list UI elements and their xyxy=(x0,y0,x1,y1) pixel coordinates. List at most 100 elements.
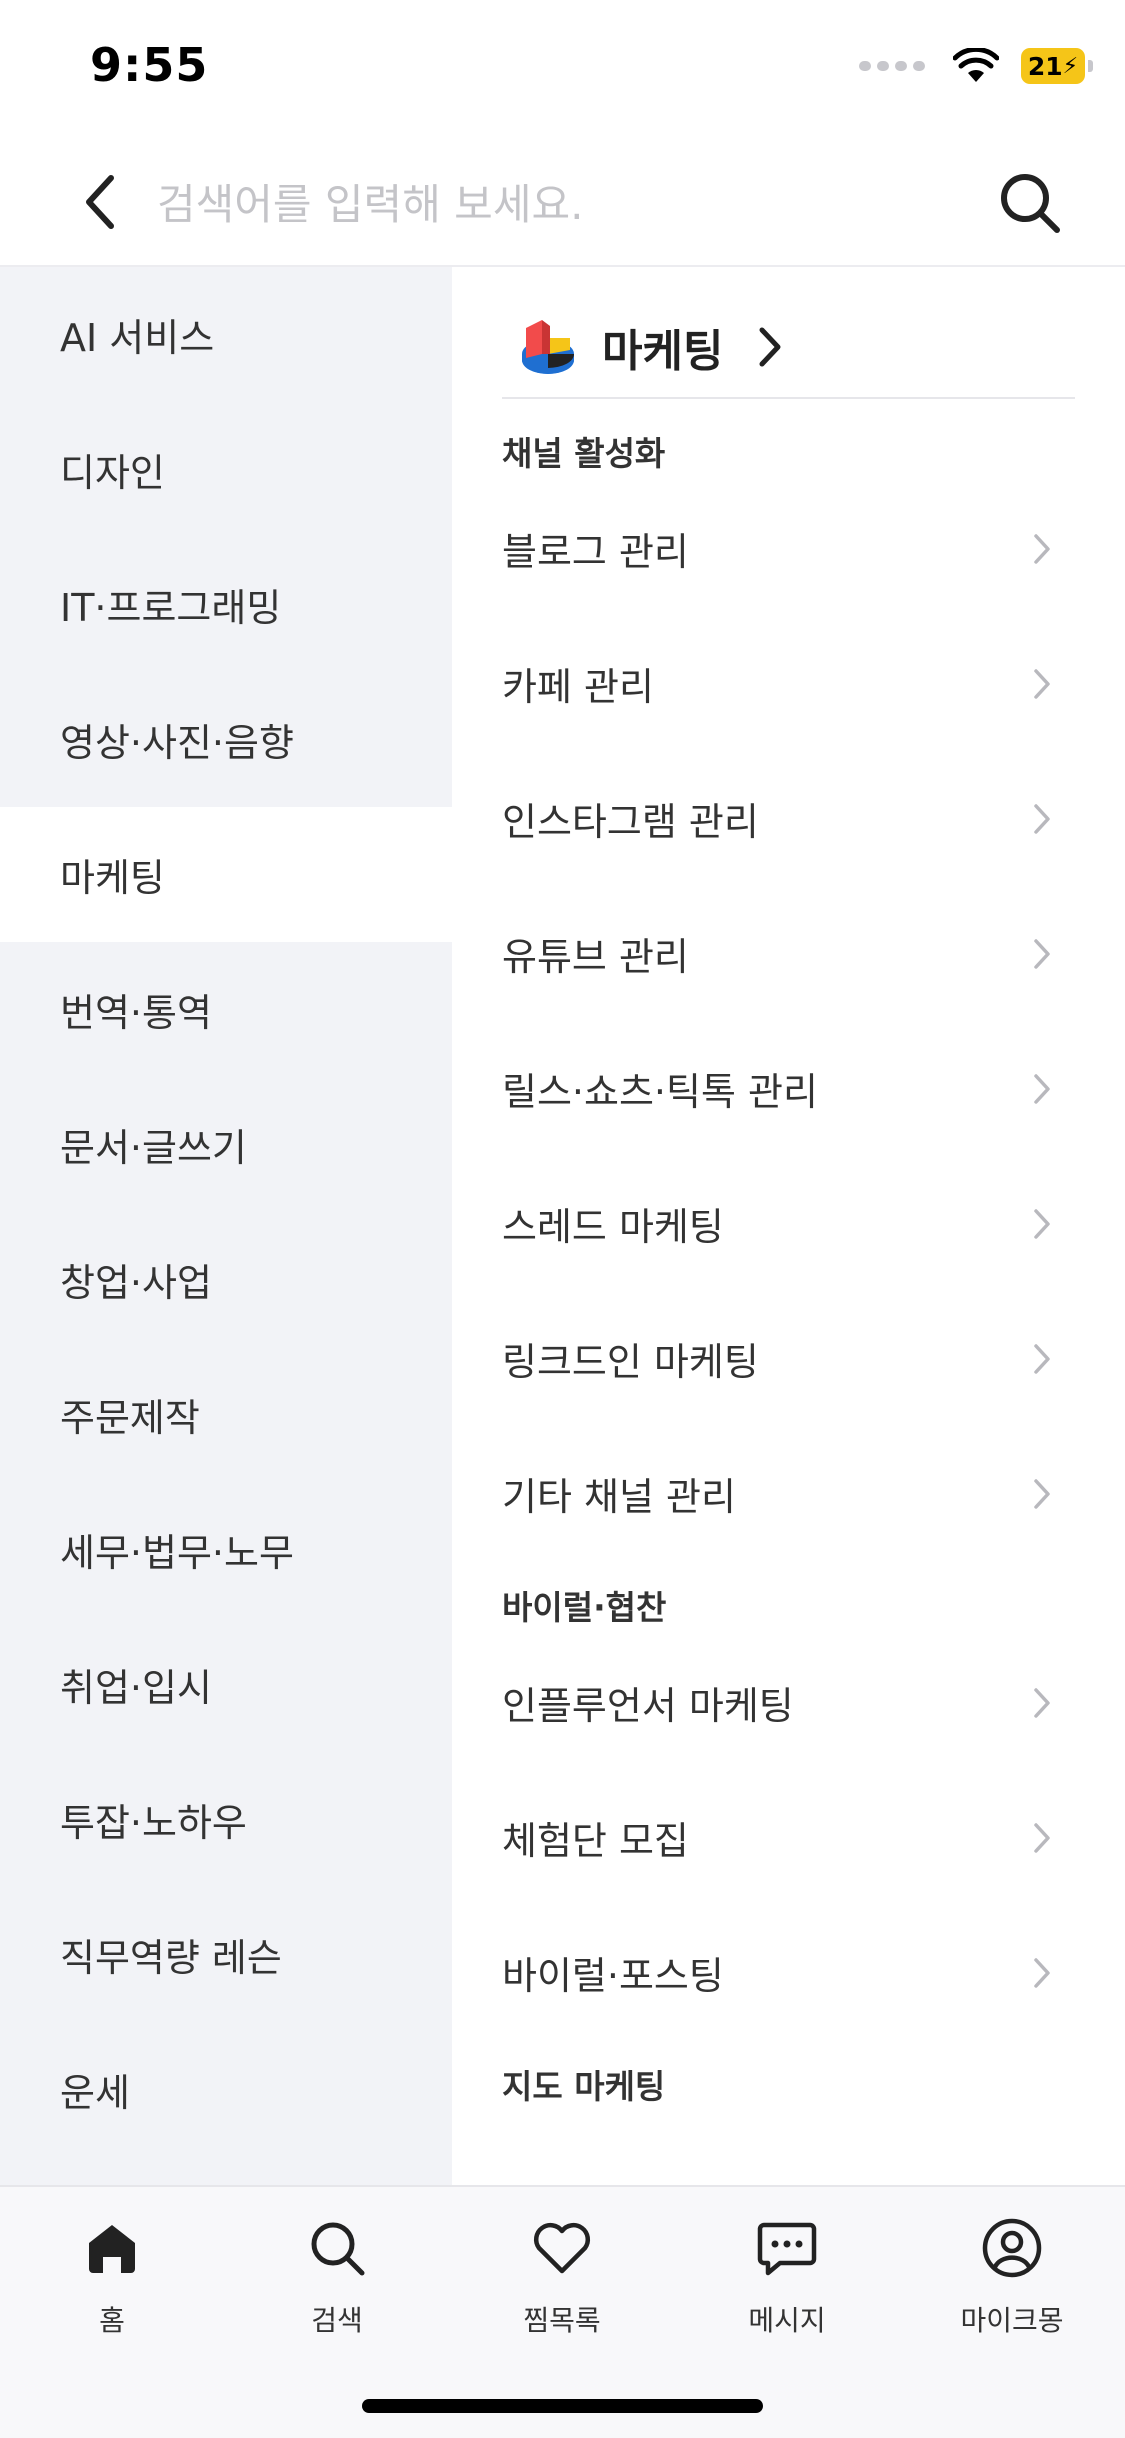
list-item[interactable]: 릴스·쇼츠·틱톡 관리 xyxy=(502,1021,1075,1156)
list-item-label: 인스타그램 관리 xyxy=(502,800,759,844)
sidebar-item-label: 취업·입시 xyxy=(60,1666,212,1710)
home-icon xyxy=(89,2225,135,2273)
list-item-label: 블로그 관리 xyxy=(502,530,689,574)
chevron-right-icon xyxy=(1027,1474,1057,1514)
list-item[interactable]: 유튜브 관리 xyxy=(502,886,1075,1021)
sidebar-item-startup-business[interactable]: 창업·사업 xyxy=(0,1212,452,1347)
sidebar-item-custom-production[interactable]: 주문제작 xyxy=(0,1347,452,1482)
tab-mypage[interactable]: 마이크몽 xyxy=(932,2213,1092,2339)
list-item-label: 기타 채널 관리 xyxy=(502,1475,736,1519)
heart-icon xyxy=(533,2223,591,2274)
list-item-label: 링크드인 마케팅 xyxy=(502,1340,759,1384)
home-indicator xyxy=(362,2399,763,2413)
status-time: 9:55 xyxy=(90,38,209,92)
chevron-right-icon xyxy=(1027,664,1057,704)
sidebar-item-label: 마케팅 xyxy=(60,856,165,900)
section-title: 지도 마케팅 xyxy=(502,2067,666,2106)
sidebar-item-label: 운세 xyxy=(60,2071,130,2115)
tab-search[interactable]: 검색 xyxy=(257,2213,417,2339)
list-item-label: 인플루언서 마케팅 xyxy=(502,1684,794,1728)
wifi-icon xyxy=(953,48,999,82)
sidebar-item-label: IT·프로그래밍 xyxy=(60,586,282,630)
battery-level: 21 xyxy=(1027,51,1063,81)
sidebar-item-it-programming[interactable]: IT·프로그래밍 xyxy=(0,537,452,672)
sidebar-item-label: AI 서비스 xyxy=(60,316,215,360)
sidebar-item-job-skills[interactable]: 직무역량 레슨 xyxy=(0,1887,452,2022)
sidebar-item-jobs-admission[interactable]: 취업·입시 xyxy=(0,1617,452,1752)
list-item[interactable]: 바이럴·포스팅 xyxy=(502,1905,1075,2040)
sidebar-item-label: 투잡·노하우 xyxy=(60,1801,247,1845)
section-title: 바이럴·협찬 xyxy=(502,1588,667,1627)
list-item[interactable]: 카페 관리 xyxy=(502,616,1075,751)
profile-icon xyxy=(982,2218,1042,2278)
search-icon xyxy=(1001,174,1060,233)
tab-label: 찜목록 xyxy=(523,2304,601,2337)
sidebar-item-label: 문서·글쓰기 xyxy=(60,1126,247,1170)
search-input[interactable] xyxy=(155,168,959,240)
tab-home[interactable]: 홈 xyxy=(32,2213,192,2339)
list-item[interactable]: 인스타그램 관리 xyxy=(502,751,1075,886)
subcategory-list: 채널 활성화 블로그 관리 카페 관리 인스타그램 관리 유튜브 관리 릴스·쇼… xyxy=(502,407,1075,2114)
sidebar-item-writing[interactable]: 문서·글쓰기 xyxy=(0,1077,452,1212)
category-title: 마케팅 xyxy=(602,326,724,377)
sidebar-item-label: 창업·사업 xyxy=(60,1261,212,1305)
marketing-category-icon xyxy=(522,320,574,374)
tab-label: 홈 xyxy=(99,2304,125,2337)
chevron-right-icon xyxy=(1027,1953,1057,1993)
list-item-label: 유튜브 관리 xyxy=(502,935,689,979)
search-button[interactable] xyxy=(990,165,1070,241)
chat-bubble-icon xyxy=(757,2222,817,2276)
list-item[interactable]: 인플루언서 마케팅 xyxy=(502,1635,1075,1770)
tab-label: 메시지 xyxy=(748,2304,826,2337)
chevron-right-icon xyxy=(1027,1339,1057,1379)
list-item-label: 카페 관리 xyxy=(502,665,654,709)
chevron-right-icon xyxy=(1027,529,1057,569)
search-icon xyxy=(311,2222,365,2276)
category-sidebar: AI 서비스 디자인 IT·프로그래밍 영상·사진·음향 마케팅 번역·통역 문… xyxy=(0,267,452,2185)
back-button[interactable] xyxy=(70,170,130,234)
tab-wishlist[interactable]: 찜목록 xyxy=(482,2213,642,2339)
status-bar: 9:55 21 ⚡ xyxy=(0,0,1125,140)
status-indicators: 21 ⚡ xyxy=(859,48,1093,84)
sidebar-item-tax-legal-labor[interactable]: 세무·법무·노무 xyxy=(0,1482,452,1617)
chevron-right-icon xyxy=(1027,1818,1057,1858)
list-item[interactable]: 기타 채널 관리 xyxy=(502,1426,1075,1561)
list-item-label: 스레드 마케팅 xyxy=(502,1205,724,1249)
sidebar-item-label: 주문제작 xyxy=(60,1396,200,1440)
chevron-right-icon xyxy=(1027,1683,1057,1723)
sidebar-item-label: 세무·법무·노무 xyxy=(60,1531,294,1575)
sidebar-item-side-jobs[interactable]: 투잡·노하우 xyxy=(0,1752,452,1887)
chevron-right-icon xyxy=(1027,799,1057,839)
sidebar-item-marketing[interactable]: 마케팅 xyxy=(0,807,452,942)
search-header xyxy=(0,140,1125,267)
sidebar-item-label: 직무역량 레슨 xyxy=(60,1936,282,1980)
chevron-right-icon xyxy=(757,326,787,368)
list-item[interactable]: 체험단 모집 xyxy=(502,1770,1075,1905)
list-item[interactable]: 링크드인 마케팅 xyxy=(502,1291,1075,1426)
list-item-label: 체험단 모집 xyxy=(502,1819,689,1863)
sidebar-item-video-photo-audio[interactable]: 영상·사진·음향 xyxy=(0,672,452,807)
sidebar-item-ai-service[interactable]: AI 서비스 xyxy=(0,267,452,402)
section-title: 채널 활성화 xyxy=(502,434,666,473)
sidebar-item-label: 디자인 xyxy=(60,451,165,495)
sidebar-item-fortune[interactable]: 운세 xyxy=(0,2022,452,2157)
chevron-right-icon xyxy=(1027,1204,1057,1244)
sidebar-item-label: 번역·통역 xyxy=(60,991,212,1035)
tab-messages[interactable]: 메시지 xyxy=(707,2213,867,2339)
subcategory-panel: 마케팅 채널 활성화 블로그 관리 카페 관리 인스타그램 관리 유튜브 관리 … xyxy=(452,267,1125,2185)
tab-label: 검색 xyxy=(311,2304,363,2337)
sidebar-item-label: 영상·사진·음향 xyxy=(60,721,294,765)
chevron-right-icon xyxy=(1027,1069,1057,1109)
cellular-signal-icon xyxy=(859,61,925,71)
battery-icon: 21 ⚡ xyxy=(1021,48,1093,84)
category-header[interactable]: 마케팅 xyxy=(502,297,1075,399)
list-item[interactable]: 스레드 마케팅 xyxy=(502,1156,1075,1291)
chevron-left-icon xyxy=(86,175,114,229)
sidebar-item-design[interactable]: 디자인 xyxy=(0,402,452,537)
list-item-label: 바이럴·포스팅 xyxy=(502,1954,724,1998)
chevron-right-icon xyxy=(1027,934,1057,974)
sidebar-item-translation[interactable]: 번역·통역 xyxy=(0,942,452,1077)
list-item-label: 릴스·쇼츠·틱톡 관리 xyxy=(502,1070,818,1114)
tab-label: 마이크몽 xyxy=(960,2304,1064,2337)
list-item[interactable]: 블로그 관리 xyxy=(502,481,1075,616)
